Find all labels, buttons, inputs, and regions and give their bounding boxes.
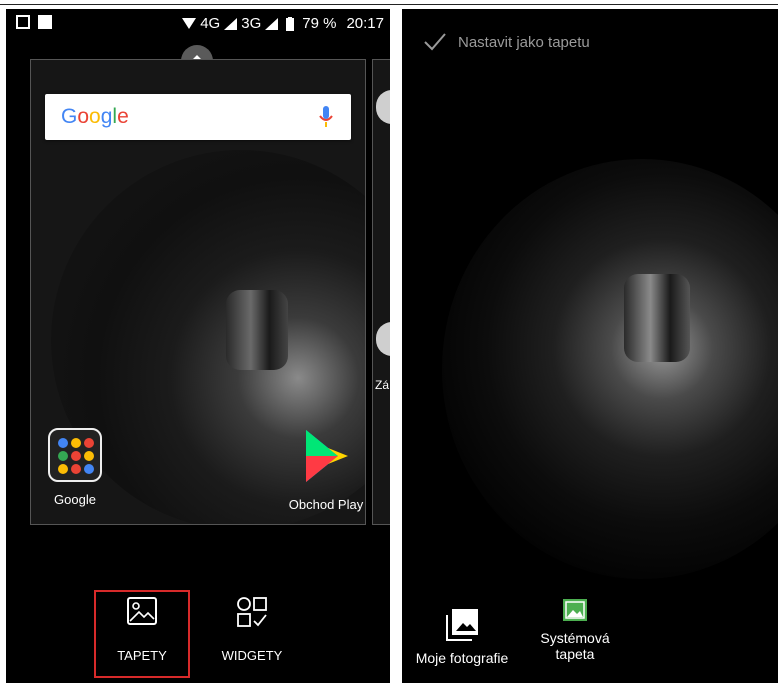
launcher-overview-screen: 4G 3G 79 % 20:17 Google Google Obchod Pl… <box>6 9 390 683</box>
signal-icon-2 <box>265 17 279 30</box>
system-wallpaper-label-2: tapeta <box>555 646 595 662</box>
partial-widget-2 <box>376 322 390 356</box>
widgets-button[interactable]: WIDGETY <box>204 597 300 663</box>
play-store-icon <box>306 430 348 482</box>
partial-widget <box>376 90 390 124</box>
system-wallpaper-label-1: Systémová <box>540 630 610 646</box>
partial-app-label: Zá <box>375 378 390 392</box>
image-notification-icon <box>38 15 52 29</box>
wallpaper-picker-screen: Nastavit jako tapetu Moje fotografie Sys… <box>402 9 778 683</box>
battery-icon <box>286 16 295 31</box>
network-type-4g: 4G <box>200 15 221 32</box>
wallpapers-label: TAPETY <box>117 648 167 663</box>
wifi-icon <box>182 17 197 29</box>
play-store-app[interactable]: Obchod Play <box>281 428 365 512</box>
battery-percent: 79 % <box>302 15 337 32</box>
clock: 20:17 <box>346 15 384 32</box>
google-folder-label: Google <box>54 492 96 507</box>
signal-icon <box>224 17 238 30</box>
gmail-notification-icon <box>16 15 30 29</box>
my-photos-button[interactable]: Moje fotografie <box>402 609 522 666</box>
watch-crown-large <box>624 274 690 362</box>
set-wallpaper-label: Nastavit jako tapetu <box>458 33 590 51</box>
wallpaper-icon <box>127 597 157 625</box>
widgets-icon <box>237 597 267 627</box>
watch-crown <box>226 290 288 370</box>
photos-icon <box>446 609 478 641</box>
google-folder-icon <box>48 428 102 482</box>
system-wallpaper-button[interactable]: Systémová tapeta <box>520 599 630 662</box>
system-wallpaper-icon <box>563 599 587 621</box>
check-icon <box>424 33 446 51</box>
google-search-bar[interactable]: Google <box>45 94 351 140</box>
homescreen-preview[interactable]: Google Google Obchod Play <box>30 59 366 525</box>
set-wallpaper-action[interactable]: Nastavit jako tapetu <box>424 33 590 51</box>
top-border <box>0 0 778 6</box>
google-folder[interactable]: Google <box>31 428 120 507</box>
my-photos-label: Moje fotografie <box>415 650 509 666</box>
google-logo: Google <box>61 105 129 128</box>
network-type-3g: 3G <box>241 15 262 32</box>
status-bar: 4G 3G 79 % 20:17 <box>6 9 390 39</box>
wallpaper-preview-image <box>442 159 778 579</box>
mic-icon[interactable] <box>319 106 333 128</box>
next-page-preview[interactable]: Zá <box>372 59 390 525</box>
play-store-label: Obchod Play <box>288 497 364 512</box>
wallpapers-button[interactable]: TAPETY <box>94 597 190 663</box>
widgets-label: WIDGETY <box>221 648 283 663</box>
